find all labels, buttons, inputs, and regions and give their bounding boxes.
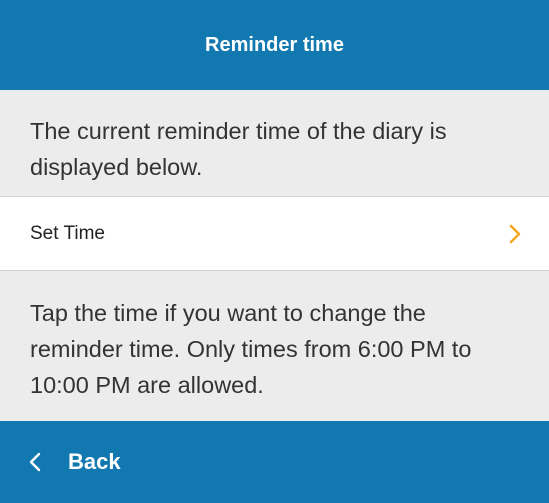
header-bar: Reminder time xyxy=(0,0,549,90)
reminder-time-screen: Reminder time The current reminder time … xyxy=(0,0,549,503)
help-text: Tap the time if you want to change the r… xyxy=(30,300,472,398)
set-time-row[interactable]: Set Time xyxy=(0,196,549,271)
set-time-label: Set Time xyxy=(30,222,105,244)
back-button[interactable]: Back xyxy=(0,421,121,503)
chevron-left-icon xyxy=(28,451,44,473)
back-label: Back xyxy=(68,449,121,474)
intro-text: The current reminder time of the diary i… xyxy=(30,118,447,180)
page-title: Reminder time xyxy=(205,33,344,56)
footer-bar: Back xyxy=(0,421,549,503)
chevron-right-icon xyxy=(503,222,527,246)
